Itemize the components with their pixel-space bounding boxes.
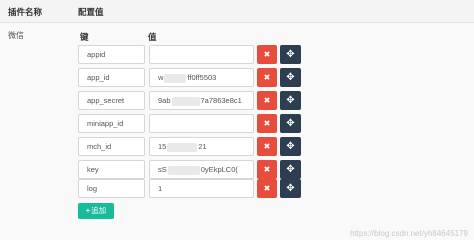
value-text-end: 0yEkpLC0( xyxy=(200,165,238,174)
drag-handle-button[interactable]: ✥ xyxy=(280,114,301,133)
watermark: https://blog.csdn.net/yh84645179 xyxy=(350,229,468,238)
delete-button[interactable]: ✖ xyxy=(257,179,277,198)
kv-row: key sS 0yEkpLC0( ✖ ✥ xyxy=(78,160,302,180)
value-input[interactable] xyxy=(149,114,254,133)
kv-row: app_id w ff0ff5503 ✖ ✥ xyxy=(78,68,302,88)
close-icon: ✖ xyxy=(263,50,271,59)
value-text-start: 15 xyxy=(158,142,167,151)
value-input[interactable]: 1 xyxy=(149,179,254,198)
kv-row: app_secret 9ab 7a7863e8c1 ✖ ✥ xyxy=(78,91,302,111)
drag-handle-button[interactable]: ✥ xyxy=(280,45,301,64)
move-icon: ✥ xyxy=(286,72,295,83)
drag-handle-button[interactable]: ✥ xyxy=(280,68,301,87)
kv-row: log 1 ✖ ✥ xyxy=(78,179,302,199)
drag-handle-button[interactable]: ✥ xyxy=(280,160,301,179)
move-icon: ✥ xyxy=(286,164,295,175)
key-input[interactable]: appid xyxy=(78,45,145,64)
redaction-mask xyxy=(171,96,200,106)
key-input[interactable]: mch_id xyxy=(78,137,145,156)
close-icon: ✖ xyxy=(263,119,271,128)
add-button-label: 追加 xyxy=(91,206,107,215)
move-icon: ✥ xyxy=(286,95,295,106)
close-icon: ✖ xyxy=(263,142,271,151)
value-input[interactable] xyxy=(149,45,254,64)
table-header: 插件名称 配置值 xyxy=(0,0,474,23)
delete-button[interactable]: ✖ xyxy=(257,91,277,110)
close-icon: ✖ xyxy=(263,184,271,193)
value-text-start: 9ab xyxy=(158,96,171,105)
close-icon: ✖ xyxy=(263,165,271,174)
value-input[interactable]: sS 0yEkpLC0( xyxy=(149,160,254,179)
move-icon: ✥ xyxy=(286,118,295,129)
drag-handle-button[interactable]: ✥ xyxy=(280,91,301,110)
move-icon: ✥ xyxy=(286,183,295,194)
close-icon: ✖ xyxy=(263,96,271,105)
key-input[interactable]: app_secret xyxy=(78,91,145,110)
delete-button[interactable]: ✖ xyxy=(257,137,277,156)
plus-icon: + xyxy=(85,206,91,215)
value-column-label: 值 xyxy=(148,32,157,42)
delete-button[interactable]: ✖ xyxy=(257,68,277,87)
move-icon: ✥ xyxy=(286,49,295,60)
value-text-end: 7a7863e8c1 xyxy=(200,96,242,105)
key-column-label: 键 xyxy=(80,32,89,42)
drag-handle-button[interactable]: ✥ xyxy=(280,137,301,156)
value-input[interactable]: 15 21 xyxy=(149,137,254,156)
kv-row: miniapp_id ✖ ✥ xyxy=(78,114,302,134)
plugin-name: 微信 xyxy=(8,31,24,40)
delete-button[interactable]: ✖ xyxy=(257,45,277,64)
add-button[interactable]: +追加 xyxy=(78,203,114,219)
config-value-column-header: 配置值 xyxy=(78,7,104,17)
value-input[interactable]: 9ab 7a7863e8c1 xyxy=(149,91,254,110)
move-icon: ✥ xyxy=(286,141,295,152)
key-input[interactable]: key xyxy=(78,160,145,179)
value-text-start: sS xyxy=(158,165,167,174)
redaction-mask xyxy=(167,165,200,175)
kv-row: mch_id 15 21 ✖ ✥ xyxy=(78,137,302,157)
kv-row: appid ✖ ✥ xyxy=(78,45,302,65)
close-icon: ✖ xyxy=(263,73,271,82)
redaction-mask xyxy=(167,142,198,152)
value-text-end: ff0ff5503 xyxy=(187,73,217,82)
delete-button[interactable]: ✖ xyxy=(257,114,277,133)
key-input[interactable]: app_id xyxy=(78,68,145,87)
value-text-end: 21 xyxy=(198,142,207,151)
plugin-name-column-header: 插件名称 xyxy=(8,7,43,17)
value-text: 1 xyxy=(158,184,163,193)
delete-button[interactable]: ✖ xyxy=(257,160,277,179)
key-input[interactable]: miniapp_id xyxy=(78,114,145,133)
value-input[interactable]: w ff0ff5503 xyxy=(149,68,254,87)
key-input[interactable]: log xyxy=(78,179,145,198)
value-text-start: w xyxy=(158,73,164,82)
redaction-mask xyxy=(164,73,187,83)
drag-handle-button[interactable]: ✥ xyxy=(280,179,301,198)
